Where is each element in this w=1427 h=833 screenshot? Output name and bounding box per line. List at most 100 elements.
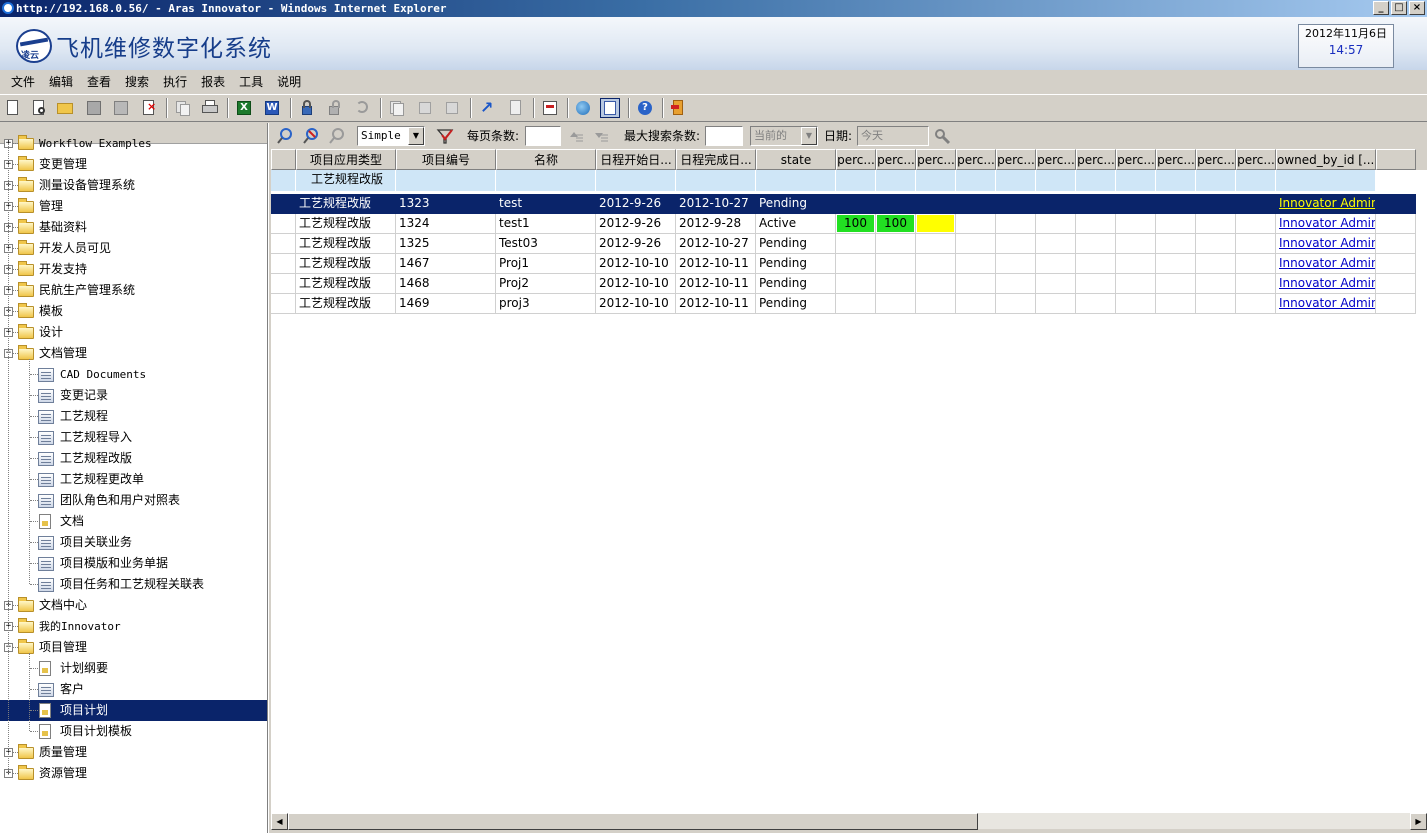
- filter-cell[interactable]: [396, 170, 496, 192]
- page-size-input[interactable]: [525, 126, 561, 146]
- table-row[interactable]: 工艺规程改版 1323 test 2012-9-26 2012-10-27 Pending…: [271, 194, 1427, 214]
- cell-owner[interactable]: Innovator Admin: [1276, 274, 1376, 294]
- logout-icon[interactable]: [669, 98, 689, 118]
- column-header[interactable]: perc...: [956, 149, 996, 170]
- filter-cell[interactable]: [756, 170, 836, 192]
- tree-item-7[interactable]: + 民航生产管理系统: [0, 280, 267, 301]
- table-row[interactable]: 工艺规程改版 1467 Proj1 2012-10-10 2012-10-11 Pendi…: [271, 254, 1427, 274]
- folder-open-icon[interactable]: [55, 98, 75, 118]
- filter-cell[interactable]: [1276, 170, 1376, 192]
- table-row[interactable]: 工艺规程改版 1469 proj3 2012-10-10 2012-10-11 Pendi…: [271, 294, 1427, 314]
- version-select[interactable]: 当前的 ▼: [750, 126, 818, 146]
- save-icon[interactable]: [84, 98, 104, 118]
- scrollbar-thumb[interactable]: [288, 813, 978, 830]
- owner-link[interactable]: Innovator Admin: [1279, 196, 1375, 210]
- menu-tools[interactable]: 工具: [232, 71, 270, 93]
- tree-item-6[interactable]: + 开发支持: [0, 259, 267, 280]
- copy-icon[interactable]: [173, 98, 193, 118]
- lock-icon[interactable]: [297, 98, 317, 118]
- filter-cell[interactable]: [916, 170, 956, 192]
- filter-cell[interactable]: [596, 170, 676, 192]
- undo-icon[interactable]: [352, 98, 372, 118]
- filter-cell[interactable]: [496, 170, 596, 192]
- filter-cell[interactable]: [1236, 170, 1276, 192]
- revert-icon[interactable]: [442, 98, 462, 118]
- tree-item-20[interactable]: 项目模版和业务单据: [0, 553, 267, 574]
- cell-owner[interactable]: Innovator Admin: [1276, 194, 1376, 214]
- tree-item-24[interactable]: − 项目管理: [0, 637, 267, 658]
- print-icon[interactable]: [200, 98, 220, 118]
- grid-icon[interactable]: [600, 98, 620, 118]
- menu-execute[interactable]: 执行: [156, 71, 194, 93]
- max-results-input[interactable]: [705, 126, 743, 146]
- filter-cell[interactable]: [956, 170, 996, 192]
- cell-owner[interactable]: Innovator Admin: [1276, 234, 1376, 254]
- unlock-icon[interactable]: [324, 98, 344, 118]
- menu-help[interactable]: 说明: [270, 71, 308, 93]
- clone-icon[interactable]: [387, 98, 407, 118]
- scroll-left-icon[interactable]: ◀: [271, 813, 288, 830]
- save-as-icon[interactable]: [111, 98, 131, 118]
- owner-link[interactable]: Innovator Admin: [1279, 276, 1375, 290]
- cell-owner[interactable]: Innovator Admin: [1276, 254, 1376, 274]
- filter-icon[interactable]: [436, 127, 454, 145]
- excel-icon[interactable]: X: [234, 98, 254, 118]
- prev-page-icon[interactable]: [566, 127, 584, 145]
- tree-item-29[interactable]: + 质量管理: [0, 742, 267, 763]
- column-header[interactable]: perc...: [1076, 149, 1116, 170]
- tree-item-17[interactable]: 团队角色和用户对照表: [0, 490, 267, 511]
- tree-item-0[interactable]: + Workflow Examples: [0, 133, 267, 154]
- menu-reports[interactable]: 报表: [194, 71, 232, 93]
- tree-item-9[interactable]: + 设计: [0, 322, 267, 343]
- tree-item-22[interactable]: + 文档中心: [0, 595, 267, 616]
- tree-item-18[interactable]: 文档: [0, 511, 267, 532]
- menu-view[interactable]: 查看: [80, 71, 118, 93]
- owner-link[interactable]: Innovator Admin: [1279, 296, 1375, 310]
- tree-item-21[interactable]: 项目任务和工艺规程关联表: [0, 574, 267, 595]
- promote-icon[interactable]: [415, 98, 435, 118]
- filter-cell[interactable]: [676, 170, 756, 192]
- column-header[interactable]: 日程完成日...: [676, 149, 756, 170]
- date-input[interactable]: 今天: [857, 126, 929, 146]
- tree-item-5[interactable]: + 开发人员可见: [0, 238, 267, 259]
- tree-item-28[interactable]: 项目计划模板: [0, 721, 267, 742]
- maximize-button[interactable]: □: [1391, 1, 1407, 15]
- tree-item-26[interactable]: 客户: [0, 679, 267, 700]
- filter-cell[interactable]: 工艺规程改版: [296, 170, 396, 192]
- filter-cell[interactable]: [1036, 170, 1076, 192]
- table-row[interactable]: 工艺规程改版 1324 test1 2012-9-26 2012-9-28 Active 1…: [271, 214, 1427, 234]
- tree-item-23[interactable]: + 我的Innovator: [0, 616, 267, 637]
- chevron-down-icon[interactable]: ▼: [801, 127, 817, 145]
- tree-item-14[interactable]: 工艺规程导入: [0, 427, 267, 448]
- filter-cell[interactable]: [836, 170, 876, 192]
- new-icon[interactable]: [3, 98, 23, 118]
- column-header[interactable]: owned_by_id [...]: [1276, 149, 1376, 170]
- tree-item-11[interactable]: CAD Documents: [0, 364, 267, 385]
- column-header[interactable]: perc...: [836, 149, 876, 170]
- table-row[interactable]: 工艺规程改版 1468 Proj2 2012-10-10 2012-10-11 Pendi…: [271, 274, 1427, 294]
- column-header[interactable]: perc...: [916, 149, 956, 170]
- cell-owner[interactable]: Innovator Admin: [1276, 214, 1376, 234]
- clear-search-icon[interactable]: [302, 127, 320, 145]
- owner-link[interactable]: Innovator Admin: [1279, 236, 1375, 250]
- column-header[interactable]: 名称: [496, 149, 596, 170]
- horizontal-scrollbar[interactable]: ◀ ▶: [271, 812, 1427, 830]
- menu-edit[interactable]: 编辑: [42, 71, 80, 93]
- open-icon[interactable]: [29, 98, 49, 118]
- owner-link[interactable]: Innovator Admin: [1279, 216, 1375, 230]
- tree-item-3[interactable]: + 管理: [0, 196, 267, 217]
- report-icon[interactable]: [540, 98, 560, 118]
- search-mode-select[interactable]: Simple ▼: [357, 126, 425, 146]
- tree-item-13[interactable]: 工艺规程: [0, 406, 267, 427]
- help-icon[interactable]: ?: [635, 98, 655, 118]
- next-page-icon[interactable]: [591, 127, 609, 145]
- filter-cell[interactable]: [1156, 170, 1196, 192]
- column-header[interactable]: 项目编号: [396, 149, 496, 170]
- word-icon[interactable]: W: [262, 98, 282, 118]
- tree-item-27[interactable]: 项目计划: [0, 700, 267, 721]
- scroll-right-icon[interactable]: ▶: [1410, 813, 1427, 830]
- tree-item-10[interactable]: − 文档管理: [0, 343, 267, 364]
- cell-owner[interactable]: Innovator Admin: [1276, 294, 1376, 314]
- filter-cell[interactable]: [1196, 170, 1236, 192]
- export-icon[interactable]: ↗: [477, 98, 497, 118]
